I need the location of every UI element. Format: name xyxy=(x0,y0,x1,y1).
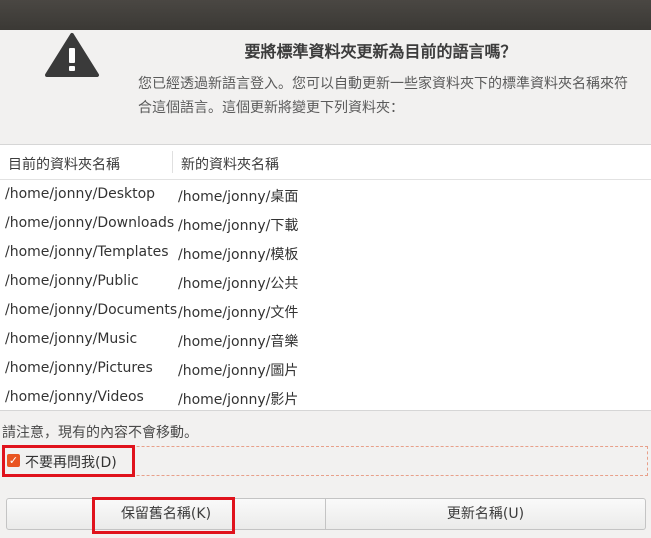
cell-current: /home/jonny/Downloads xyxy=(5,215,175,231)
cell-new: /home/jonny/影片 xyxy=(178,392,299,408)
cell-current: /home/jonny/Documents xyxy=(5,302,178,318)
update-names-button[interactable]: 更新名稱(U) xyxy=(325,498,646,530)
table-row[interactable]: /home/jonny/Pictures /home/jonny/圖片 xyxy=(0,354,651,383)
table-row[interactable]: /home/jonny/Videos /home/jonny/影片 xyxy=(0,383,651,412)
dialog-headline: 要將標準資料夾更新為目前的語言嗎？ xyxy=(244,42,517,61)
table-row[interactable]: /home/jonny/Downloads /home/jonny/下載 xyxy=(0,209,651,238)
cell-current: /home/jonny/Public xyxy=(5,273,139,289)
cell-new: /home/jonny/文件 xyxy=(178,305,299,321)
table-row[interactable]: /home/jonny/Desktop /home/jonny/桌面 xyxy=(0,180,651,209)
table-header: 目前的資料夾名稱 新的資料夾名稱 xyxy=(0,145,651,180)
cell-current: /home/jonny/Music xyxy=(5,331,138,347)
cell-new: /home/jonny/下載 xyxy=(178,218,299,234)
dont-ask-again-checkbox-row[interactable]: ✓ 不要再問我(D) xyxy=(2,446,648,476)
dialog-description: 您已經透過新語言登入。您可以自動更新一些家資料夾下的標準資料夾名稱來符合這個語言… xyxy=(138,76,628,116)
checkbox-label[interactable]: 不要再問我(D) xyxy=(25,452,117,472)
cell-new: /home/jonny/公共 xyxy=(178,276,299,292)
table-row[interactable]: /home/jonny/Music /home/jonny/音樂 xyxy=(0,325,651,354)
cell-current: /home/jonny/Videos xyxy=(5,389,144,405)
keep-old-names-button[interactable]: 保留舊名稱(K) xyxy=(6,498,326,530)
table-row[interactable]: /home/jonny/Templates /home/jonny/模板 xyxy=(0,238,651,267)
cell-current: /home/jonny/Desktop xyxy=(5,186,156,202)
folder-table: 目前的資料夾名稱 新的資料夾名稱 /home/jonny/Desktop /ho… xyxy=(0,144,651,411)
cell-current: /home/jonny/Pictures xyxy=(5,360,153,376)
dont-ask-again-checkbox[interactable]: ✓ xyxy=(7,454,20,467)
content-note: 請注意，現有的內容不會移動。 xyxy=(2,425,198,441)
column-divider xyxy=(172,151,173,173)
column-header-new[interactable]: 新的資料夾名稱 xyxy=(181,154,279,174)
cell-new: /home/jonny/圖片 xyxy=(178,363,299,379)
cell-new: /home/jonny/桌面 xyxy=(178,189,299,205)
window-titlebar[interactable] xyxy=(0,0,651,30)
cell-new: /home/jonny/模板 xyxy=(178,247,299,263)
cell-current: /home/jonny/Templates xyxy=(5,244,169,260)
table-row[interactable]: /home/jonny/Documents /home/jonny/文件 xyxy=(0,296,651,325)
table-row[interactable]: /home/jonny/Public /home/jonny/公共 xyxy=(0,267,651,296)
cell-new: /home/jonny/音樂 xyxy=(178,334,299,350)
column-header-current[interactable]: 目前的資料夾名稱 xyxy=(8,154,120,174)
